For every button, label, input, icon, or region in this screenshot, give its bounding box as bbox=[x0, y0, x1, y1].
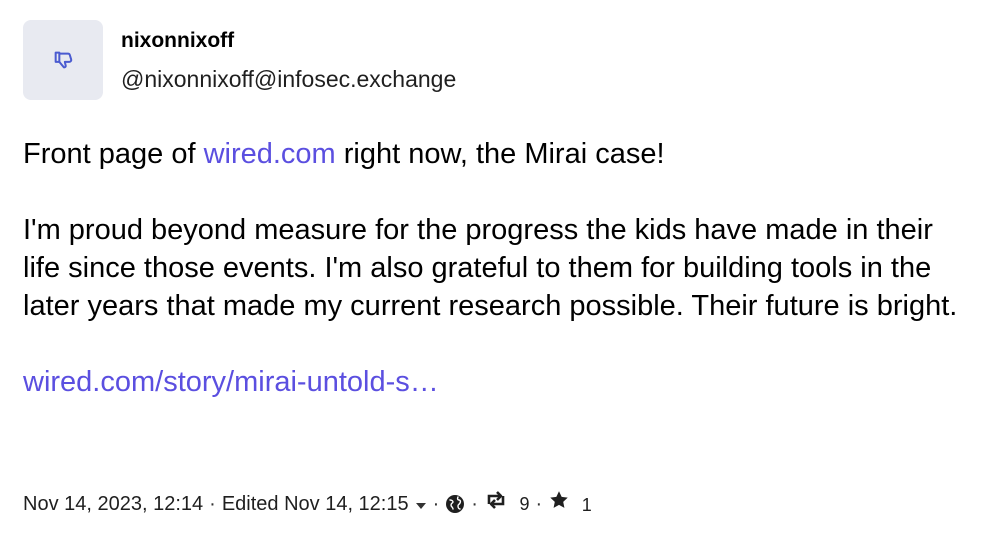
globe-icon[interactable] bbox=[445, 494, 465, 514]
post-paragraph-1: Front page of wired.com right now, the M… bbox=[23, 135, 973, 173]
meta-separator: · bbox=[471, 493, 478, 515]
post-content: Front page of wired.com right now, the M… bbox=[23, 135, 973, 401]
thumbs-down-icon bbox=[52, 49, 74, 71]
account-handle[interactable]: @nixonnixoff@infosec.exchange bbox=[121, 64, 456, 94]
display-name[interactable]: nixonnixoff bbox=[121, 27, 234, 55]
avatar[interactable] bbox=[23, 20, 103, 100]
status-post: nixonnixoff @nixonnixoff@infosec.exchang… bbox=[0, 0, 1000, 544]
favourites-control[interactable]: 1 bbox=[548, 489, 592, 520]
boost-count: 9 bbox=[519, 494, 530, 514]
post-paragraph-3: wired.com/story/mirai-untold-s… bbox=[23, 363, 973, 401]
meta-separator: · bbox=[209, 493, 216, 515]
edited-label: Edited Nov 14, 12:15 bbox=[221, 493, 409, 515]
meta-separator: · bbox=[432, 493, 440, 515]
caret-down-icon bbox=[415, 502, 427, 510]
post-paragraph-2: I'm proud beyond measure for the progres… bbox=[23, 214, 958, 322]
boost-icon bbox=[484, 490, 508, 510]
post-line1-suffix: right now, the Mirai case! bbox=[335, 138, 665, 170]
favourite-count: 1 bbox=[581, 494, 592, 515]
story-link[interactable]: wired.com/story/mirai-untold-s… bbox=[23, 366, 439, 398]
edited-dropdown[interactable]: Edited Nov 14, 12:15 bbox=[222, 489, 427, 519]
boosts-control[interactable]: 9 bbox=[484, 489, 530, 519]
star-icon bbox=[548, 489, 570, 511]
wired-link[interactable]: wired.com bbox=[204, 138, 336, 170]
post-line1-prefix: Front page of bbox=[23, 138, 204, 170]
meta-separator: · bbox=[535, 493, 543, 515]
post-meta-bar: Nov 14, 2023, 12:14 · Edited Nov 14, 12:… bbox=[23, 489, 592, 519]
post-timestamp[interactable]: Nov 14, 2023, 12:14 bbox=[23, 489, 203, 519]
